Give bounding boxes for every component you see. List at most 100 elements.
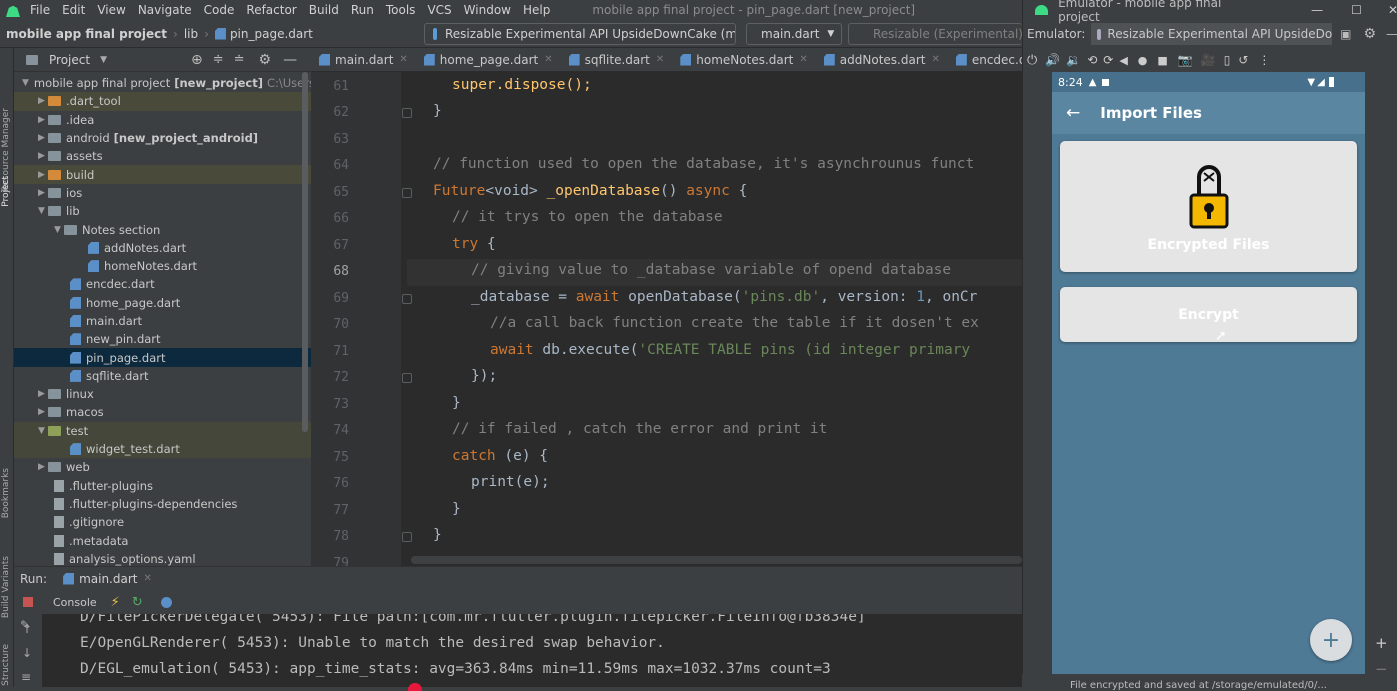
chevron-right-icon[interactable]: ▶ bbox=[38, 170, 48, 180]
tree-row-new-pin[interactable]: new_pin.dart bbox=[14, 330, 311, 348]
fold-marker-icon[interactable] bbox=[402, 294, 412, 304]
menu-run[interactable]: Run bbox=[351, 3, 374, 17]
arrow-down-icon[interactable]: ↓ bbox=[22, 646, 32, 660]
emulator-device-tab[interactable]: Resizable Experimental API UpsideDownCak… bbox=[1091, 23, 1333, 45]
menu-code[interactable]: Code bbox=[204, 3, 235, 17]
encrypted-files-card[interactable]: Encrypted Files bbox=[1060, 141, 1357, 272]
soft-wrap-icon[interactable]: ≡ bbox=[21, 670, 31, 684]
project-scrollbar[interactable] bbox=[302, 72, 308, 432]
chevron-right-icon[interactable]: ▶ bbox=[38, 96, 48, 106]
close-window-icon[interactable]: ✕ bbox=[1388, 3, 1397, 17]
chevron-down-icon[interactable]: ▼ bbox=[22, 78, 29, 88]
close-icon[interactable]: ✕ bbox=[656, 54, 664, 65]
volume-up-icon[interactable]: 🔊 bbox=[1045, 53, 1060, 67]
tab-home-page-dart[interactable]: home_page.dart ✕ bbox=[416, 48, 561, 71]
encrypt-button[interactable]: Encrypt bbox=[1060, 287, 1357, 342]
gear-icon[interactable]: ⚙ bbox=[1363, 26, 1376, 42]
tree-row-homenotes[interactable]: homeNotes.dart bbox=[14, 257, 311, 275]
tree-row-encdec[interactable]: encdec.dart bbox=[14, 275, 311, 293]
menu-build[interactable]: Build bbox=[309, 3, 339, 17]
menu-vcs[interactable]: VCS bbox=[427, 3, 451, 17]
tree-row-web[interactable]: ▶ web bbox=[14, 458, 311, 476]
back-icon[interactable]: ◀ bbox=[1119, 54, 1127, 67]
tree-row-metadata[interactable]: .metadata bbox=[14, 531, 311, 549]
expand-all-icon[interactable]: ≑ bbox=[213, 52, 224, 67]
breadcrumb-lib[interactable]: lib bbox=[184, 27, 198, 41]
close-icon[interactable]: ✕ bbox=[143, 573, 151, 584]
device-selector-2-dropdown[interactable]: Resizable (Experimental) API U bbox=[848, 23, 1022, 45]
add-fab-button[interactable]: + bbox=[1310, 619, 1352, 661]
locate-icon[interactable]: ⊕ bbox=[191, 52, 203, 68]
tree-row-idea[interactable]: ▶ .idea bbox=[14, 111, 311, 129]
tab-homenotes-dart[interactable]: homeNotes.dart ✕ bbox=[672, 48, 816, 71]
hot-restart-icon[interactable]: ↻ bbox=[132, 595, 143, 610]
console-tab[interactable]: Console bbox=[53, 596, 97, 609]
tab-main-dart[interactable]: main.dart ✕ bbox=[311, 48, 416, 71]
overview-icon[interactable]: ■ bbox=[1157, 54, 1167, 67]
close-icon[interactable]: ✕ bbox=[399, 54, 407, 65]
tree-row-widget-test[interactable]: widget_test.dart bbox=[14, 439, 311, 459]
project-tool-tab[interactable]: Project bbox=[1, 176, 11, 207]
code-editor[interactable]: 61 62 63 64 65 66 67 68 69 70 71 72 73 7… bbox=[311, 72, 1022, 566]
stop-icon[interactable] bbox=[23, 597, 33, 607]
menu-help[interactable]: Help bbox=[523, 3, 550, 17]
window-mode-icon[interactable]: ▣ bbox=[1340, 27, 1351, 41]
tree-row-flutter-plugins-deps[interactable]: .flutter-plugins-dependencies bbox=[14, 495, 311, 513]
snapshot-icon[interactable]: ↺ bbox=[1238, 53, 1248, 67]
tree-row-main[interactable]: main.dart bbox=[14, 312, 311, 330]
maximize-icon[interactable]: ☐ bbox=[1351, 3, 1362, 17]
tree-row-test[interactable]: ▼ test bbox=[14, 421, 311, 440]
tree-row-home-page[interactable]: home_page.dart bbox=[14, 294, 311, 312]
tree-row-pin-page[interactable]: pin_page.dart bbox=[14, 348, 311, 367]
menu-tools[interactable]: Tools bbox=[386, 3, 416, 17]
chevron-right-icon[interactable]: ▶ bbox=[38, 188, 48, 198]
fold-device-icon[interactable]: ▯ bbox=[1224, 53, 1231, 67]
menu-refactor[interactable]: Refactor bbox=[246, 3, 296, 17]
menu-navigate[interactable]: Navigate bbox=[138, 3, 192, 17]
devtools-icon[interactable] bbox=[160, 596, 172, 608]
chevron-right-icon[interactable]: ▶ bbox=[38, 407, 48, 417]
gear-icon[interactable]: ⚙ bbox=[259, 52, 272, 68]
pin-icon[interactable]: ✎ bbox=[20, 618, 30, 632]
hot-reload-icon[interactable]: ⚡ bbox=[111, 595, 120, 610]
editor-horizontal-scrollbar[interactable] bbox=[411, 556, 1022, 564]
project-view-selector[interactable]: Project bbox=[49, 53, 90, 67]
tree-row-ios[interactable]: ▶ ios bbox=[14, 184, 311, 202]
hide-panel-icon[interactable]: — bbox=[283, 52, 297, 68]
close-icon[interactable]: ✕ bbox=[544, 54, 552, 65]
phone-screen[interactable]: 8:24 ▲ ▼ ◢ ← Import Files Encrypted File… bbox=[1052, 72, 1365, 674]
breadcrumb-file[interactable]: pin_page.dart bbox=[230, 27, 313, 41]
fold-marker-icon[interactable] bbox=[402, 532, 412, 542]
chevron-right-icon[interactable]: ▶ bbox=[38, 462, 48, 472]
fold-marker-icon[interactable] bbox=[402, 108, 412, 118]
run-config-dropdown[interactable]: main.dart ▼ bbox=[746, 23, 842, 45]
breadcrumb-project[interactable]: mobile app final project bbox=[6, 27, 167, 41]
tab-sqflite-dart[interactable]: sqflite.dart ✕ bbox=[561, 48, 673, 71]
tree-row-lib[interactable]: ▼ lib bbox=[14, 202, 311, 220]
tree-row-gitignore[interactable]: .gitignore bbox=[14, 513, 311, 531]
chevron-right-icon[interactable]: ▶ bbox=[38, 151, 48, 161]
volume-down-icon[interactable]: 🔉 bbox=[1066, 53, 1081, 67]
zoom-in-icon[interactable]: + bbox=[1375, 634, 1388, 652]
hide-panel-icon[interactable]: — bbox=[1386, 27, 1397, 41]
fold-marker-icon[interactable] bbox=[402, 188, 412, 198]
chevron-right-icon[interactable]: ▶ bbox=[38, 115, 48, 125]
structure-tool-tab[interactable]: Structure bbox=[1, 644, 11, 686]
tab-addnotes-dart[interactable]: addNotes.dart ✕ bbox=[816, 48, 948, 71]
chevron-right-icon[interactable]: ▶ bbox=[38, 133, 48, 143]
home-icon[interactable]: ● bbox=[1138, 54, 1148, 67]
tree-row-notes-section[interactable]: ▼ Notes section bbox=[14, 220, 311, 238]
close-icon[interactable]: ✕ bbox=[931, 54, 939, 65]
build-variants-tool-tab[interactable]: Build Variants bbox=[1, 556, 11, 618]
bookmarks-tool-tab[interactable]: Bookmarks bbox=[1, 468, 11, 518]
tree-row-macos[interactable]: ▶ macos bbox=[14, 403, 311, 421]
rotate-left-icon[interactable]: ⟲ bbox=[1087, 53, 1097, 67]
menu-window[interactable]: Window bbox=[464, 3, 511, 17]
tree-row-sqflite[interactable]: sqflite.dart bbox=[14, 367, 311, 385]
tree-row-root[interactable]: ▼ mobile app final project [new_project]… bbox=[14, 74, 311, 92]
tree-row-build[interactable]: ▶ build bbox=[14, 165, 311, 184]
power-icon[interactable]: ⏻ bbox=[1027, 53, 1037, 68]
video-progress-handle[interactable] bbox=[408, 683, 422, 691]
menu-view[interactable]: View bbox=[97, 3, 125, 17]
close-icon[interactable]: ✕ bbox=[799, 54, 807, 65]
